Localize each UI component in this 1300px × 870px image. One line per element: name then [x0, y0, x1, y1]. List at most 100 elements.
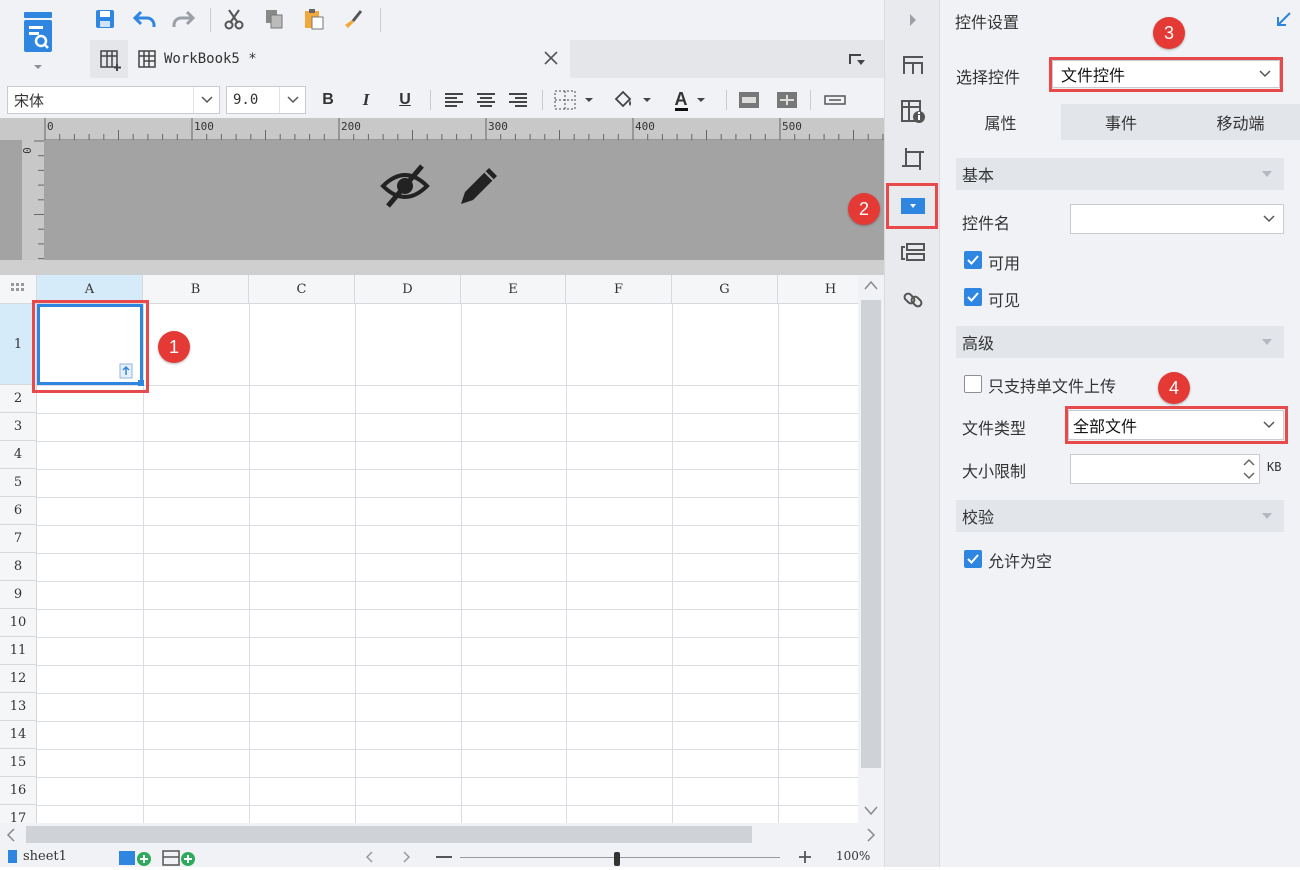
widget-name-input[interactable]	[1070, 204, 1284, 234]
row-header[interactable]: 12	[0, 665, 37, 693]
font-family-select[interactable]: 宋体	[7, 86, 220, 114]
size-limit-input[interactable]	[1070, 454, 1260, 484]
row-header[interactable]: 5	[0, 469, 37, 497]
format-painter-icon[interactable]	[340, 6, 366, 32]
row-header[interactable]: 14	[0, 721, 37, 749]
row-header[interactable]: 3	[0, 413, 37, 441]
tab-attributes[interactable]: 属性	[940, 104, 1061, 140]
row-header[interactable]: 6	[0, 497, 37, 525]
row-header[interactable]: 16	[0, 777, 37, 805]
row-header[interactable]: 15	[0, 749, 37, 777]
edit-pencil-icon[interactable]	[455, 162, 501, 210]
format-toolbar: 宋体 9.0 B I U A	[0, 82, 884, 118]
align-center-icon[interactable]	[474, 88, 498, 112]
split-cells-icon[interactable]	[774, 88, 800, 112]
copy-icon[interactable]	[261, 6, 287, 32]
add-sheet-icon[interactable]	[118, 848, 152, 866]
scroll-thumb[interactable]	[26, 826, 752, 843]
next-sheet-icon[interactable]	[402, 851, 411, 867]
undo-icon[interactable]	[132, 6, 158, 32]
row-header[interactable]: 4	[0, 441, 37, 469]
column-header[interactable]: C	[249, 275, 355, 304]
condition-attr-icon[interactable]	[899, 239, 927, 267]
row-header[interactable]: 7	[0, 525, 37, 553]
scroll-thumb[interactable]	[861, 300, 881, 768]
italic-button[interactable]: I	[356, 88, 376, 112]
row-header[interactable]: 10	[0, 609, 37, 637]
expand-arrow-icon[interactable]	[899, 6, 927, 34]
hyperlink-icon[interactable]	[899, 286, 927, 314]
highlight-select-widget	[1049, 57, 1283, 92]
column-header[interactable]: H	[778, 275, 858, 304]
section-basic[interactable]: 基本	[956, 158, 1284, 190]
frame-icon[interactable]	[899, 145, 927, 173]
single-file-label: 只支持单文件上传	[988, 377, 1117, 396]
fill-color-icon[interactable]	[610, 88, 654, 112]
scroll-left-icon[interactable]	[6, 827, 16, 847]
sheet-tab[interactable]: sheet1	[8, 846, 67, 867]
workbook-icon	[138, 50, 156, 68]
scroll-right-icon[interactable]	[866, 827, 876, 847]
visible-checkbox[interactable]	[964, 288, 982, 306]
new-workbook-icon[interactable]	[100, 49, 122, 71]
zoom-slider[interactable]	[460, 857, 780, 858]
underline-button[interactable]: U	[394, 88, 416, 112]
ruler-label: 200	[341, 120, 361, 133]
tab-events[interactable]: 事件	[1061, 104, 1181, 140]
collapse-panel-icon[interactable]	[1276, 11, 1292, 27]
stepper-icon[interactable]	[1241, 456, 1257, 482]
vertical-scrollbar[interactable]	[858, 275, 884, 823]
border-icon[interactable]	[552, 88, 596, 112]
column-header[interactable]: F	[566, 275, 672, 304]
caret-down-icon	[1262, 171, 1272, 177]
file-type-label: 文件类型	[962, 419, 1027, 438]
row-header[interactable]: 11	[0, 637, 37, 665]
row-header[interactable]: 13	[0, 693, 37, 721]
horizontal-scrollbar[interactable]	[0, 823, 884, 846]
add-dashboard-icon[interactable]	[162, 848, 196, 866]
scroll-down-icon[interactable]	[863, 805, 879, 821]
scroll-up-icon[interactable]	[863, 279, 879, 295]
align-left-icon[interactable]	[442, 88, 466, 112]
cut-icon[interactable]	[221, 6, 247, 32]
tab-title: WorkBook5 *	[164, 51, 257, 67]
workbook-tab-strip: WorkBook5 *	[90, 40, 884, 78]
template-icon[interactable]	[20, 10, 56, 70]
prev-sheet-icon[interactable]	[365, 851, 374, 867]
single-file-checkbox[interactable]	[964, 375, 982, 393]
zoom-out-icon[interactable]	[436, 856, 452, 858]
merge-cells-icon[interactable]	[736, 88, 762, 112]
cell-info-icon[interactable]	[899, 98, 927, 126]
section-validation[interactable]: 校验	[956, 500, 1284, 532]
row-header[interactable]: 9	[0, 581, 37, 609]
column-header[interactable]: B	[143, 275, 249, 304]
align-right-icon[interactable]	[506, 88, 530, 112]
column-header[interactable]: G	[672, 275, 778, 304]
tab-mobile[interactable]: 移动端	[1181, 104, 1300, 140]
paste-icon[interactable]	[301, 6, 327, 32]
zoom-slider-thumb[interactable]	[614, 852, 620, 866]
column-header[interactable]: E	[461, 275, 566, 304]
tab-workbook5[interactable]: WorkBook5 *	[128, 40, 570, 78]
row-header[interactable]: 8	[0, 553, 37, 581]
redo-icon[interactable]	[170, 6, 196, 32]
vertical-ruler: 0	[20, 140, 44, 275]
cell-attr-icon[interactable]	[899, 51, 927, 79]
section-advanced[interactable]: 高级	[956, 326, 1284, 358]
section-advanced-title: 高级	[962, 334, 995, 353]
font-color-button[interactable]: A	[668, 88, 714, 112]
enabled-checkbox[interactable]	[964, 251, 982, 269]
font-size-select[interactable]: 9.0	[226, 86, 306, 114]
zoom-in-icon[interactable]	[797, 849, 813, 869]
row-header[interactable]: 17	[0, 805, 37, 823]
save-icon[interactable]	[92, 6, 118, 32]
insert-widget-icon[interactable]	[822, 88, 848, 112]
close-tab-icon[interactable]	[542, 49, 560, 67]
chevron-down-icon	[279, 87, 305, 113]
section-basic-title: 基本	[962, 166, 995, 185]
hidden-eye-icon[interactable]	[380, 162, 430, 210]
allow-empty-checkbox[interactable]	[964, 550, 982, 568]
tab-list-icon[interactable]	[848, 51, 868, 69]
column-header[interactable]: D	[355, 275, 461, 304]
bold-button[interactable]: B	[318, 88, 338, 112]
